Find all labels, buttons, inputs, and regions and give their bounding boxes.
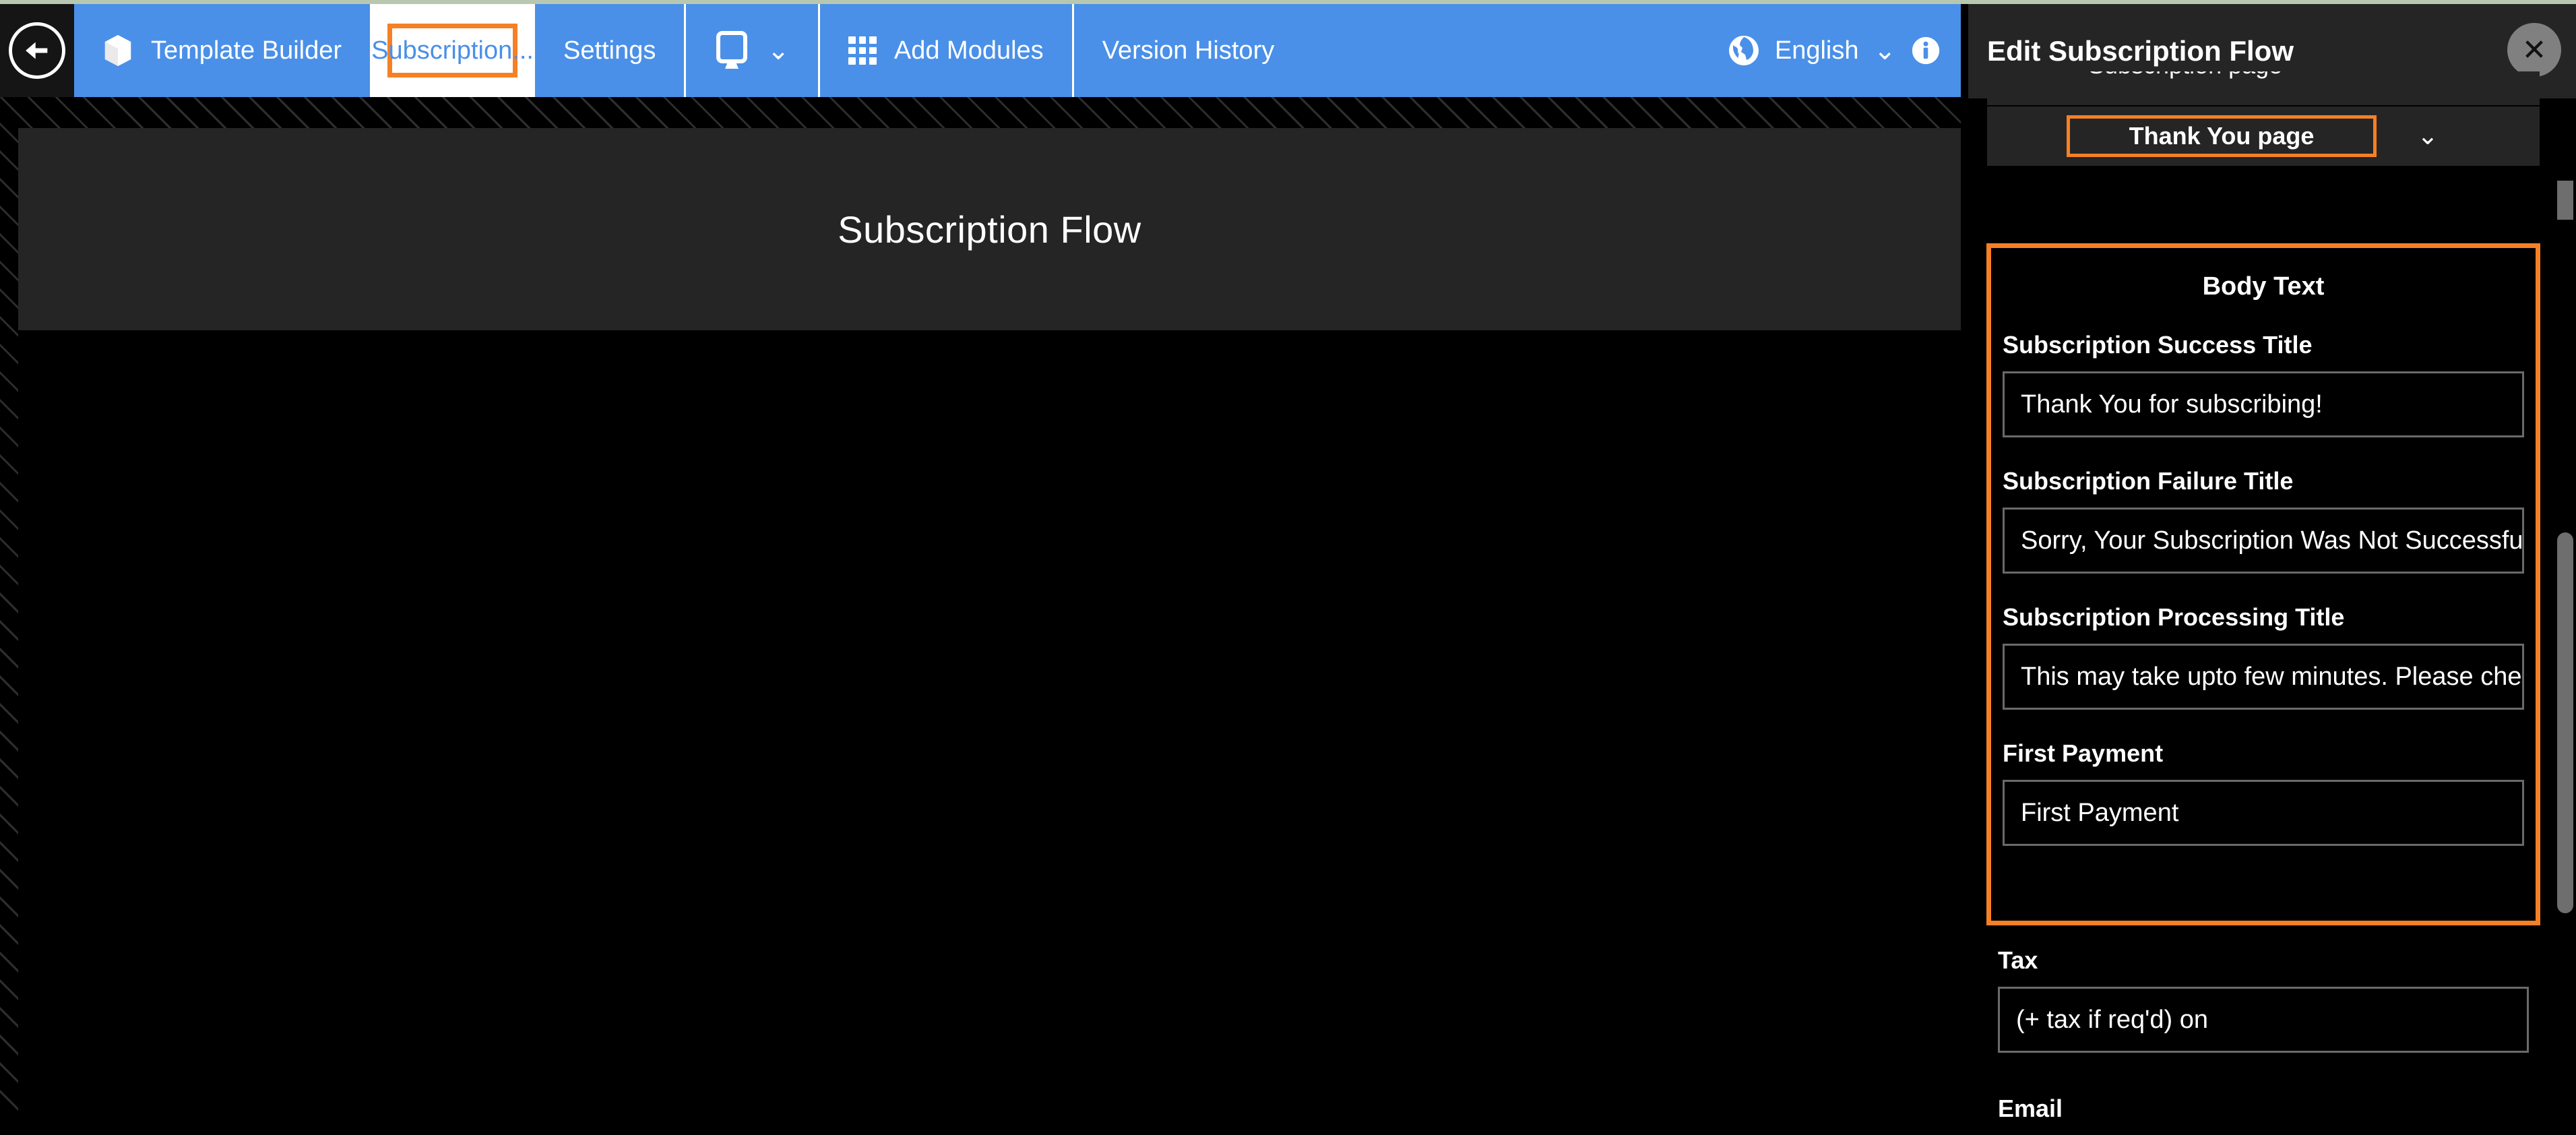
nav-version-history[interactable]: Version History <box>1071 4 1303 97</box>
field-label: Subscription Processing Title <box>2003 603 2345 631</box>
edit-panel: Edit Subscription Flow ✕ Subscription pa… <box>1968 4 2576 1122</box>
field-label: Tax <box>1998 946 2038 974</box>
panel-scrollbar-thumb[interactable] <box>2557 532 2573 913</box>
nav-version-history-label: Version History <box>1102 36 1275 65</box>
app-root: Template Builder Subscription... Setting… <box>0 0 2576 1122</box>
body-text-group: Body Text Subscription Success Title Tha… <box>1986 243 2540 925</box>
previous-page-label: Subscription page <box>2088 71 2282 80</box>
panel-title: Edit Subscription Flow <box>1987 35 2294 67</box>
panel-scrollbar-top-segment[interactable] <box>2557 181 2573 220</box>
cube-icon <box>102 34 133 67</box>
previous-page-row[interactable]: Subscription page <box>1987 71 2540 105</box>
nav-template-builder-label: Template Builder <box>151 36 342 65</box>
info-icon[interactable] <box>1911 36 1941 65</box>
nav-subscription[interactable]: Subscription... <box>370 4 536 97</box>
field-email: Email <box>1998 1095 2529 1135</box>
canvas-section-header[interactable]: Subscription Flow <box>18 128 1961 330</box>
field-label: Subscription Success Title <box>2003 331 2313 359</box>
body-text-group-title: Body Text <box>2202 272 2325 301</box>
nav-settings[interactable]: Settings <box>535 4 684 97</box>
field-label: Subscription Failure Title <box>2003 467 2294 495</box>
subscription-processing-title-input[interactable]: This may take upto few minutes. Please c… <box>2003 644 2524 710</box>
nav-device-preview[interactable]: ⌄ <box>684 4 818 97</box>
nav-add-modules-label: Add Modules <box>893 36 1044 65</box>
tax-input[interactable]: (+ tax if req'd) on <box>1998 987 2529 1053</box>
nav-add-modules[interactable]: Add Modules <box>817 4 1072 97</box>
page-selector-value: Thank You page <box>2067 115 2377 157</box>
nav-template-builder[interactable]: Template Builder <box>74 4 370 97</box>
canvas-body[interactable] <box>18 330 1961 1117</box>
language-label: English <box>1774 36 1859 65</box>
chevron-down-icon[interactable]: ⌄ <box>1873 35 1896 66</box>
monitor-icon <box>714 31 749 70</box>
globe-icon <box>1728 34 1760 67</box>
field-subscription-processing-title: Subscription Processing Title This may t… <box>2003 603 2524 710</box>
field-first-payment: First Payment First Payment <box>2003 739 2524 846</box>
field-label: Email <box>1998 1095 2063 1122</box>
field-subscription-failure-title: Subscription Failure Title Sorry, Your S… <box>2003 467 2524 574</box>
nav-subscription-label: Subscription... <box>371 24 534 78</box>
top-toolbar: Template Builder Subscription... Setting… <box>0 4 1961 97</box>
back-button[interactable] <box>0 4 74 97</box>
chevron-down-icon[interactable]: ⌄ <box>2417 123 2439 149</box>
subscription-success-title-input[interactable]: Thank You for subscribing! <box>2003 371 2524 437</box>
language-selector[interactable]: English ⌄ <box>1728 4 1961 97</box>
subscription-failure-title-input[interactable]: Sorry, Your Subscription Was Not Success… <box>2003 508 2524 574</box>
canvas-title: Subscription Flow <box>838 208 1141 251</box>
close-icon[interactable]: ✕ <box>2507 23 2561 77</box>
field-label: First Payment <box>2003 739 2164 767</box>
field-subscription-success-title: Subscription Success Title Thank You for… <box>2003 331 2524 437</box>
page-selector[interactable]: Thank You page ⌄ <box>1987 106 2540 166</box>
panel-scrollbar[interactable] <box>2557 101 2576 1122</box>
nav-settings-label: Settings <box>563 36 656 65</box>
grid-icon <box>848 36 877 65</box>
first-payment-input[interactable]: First Payment <box>2003 780 2524 846</box>
back-arrow-icon <box>9 22 65 79</box>
field-tax: Tax (+ tax if req'd) on <box>1998 946 2529 1053</box>
chevron-down-icon: ⌄ <box>767 36 790 65</box>
